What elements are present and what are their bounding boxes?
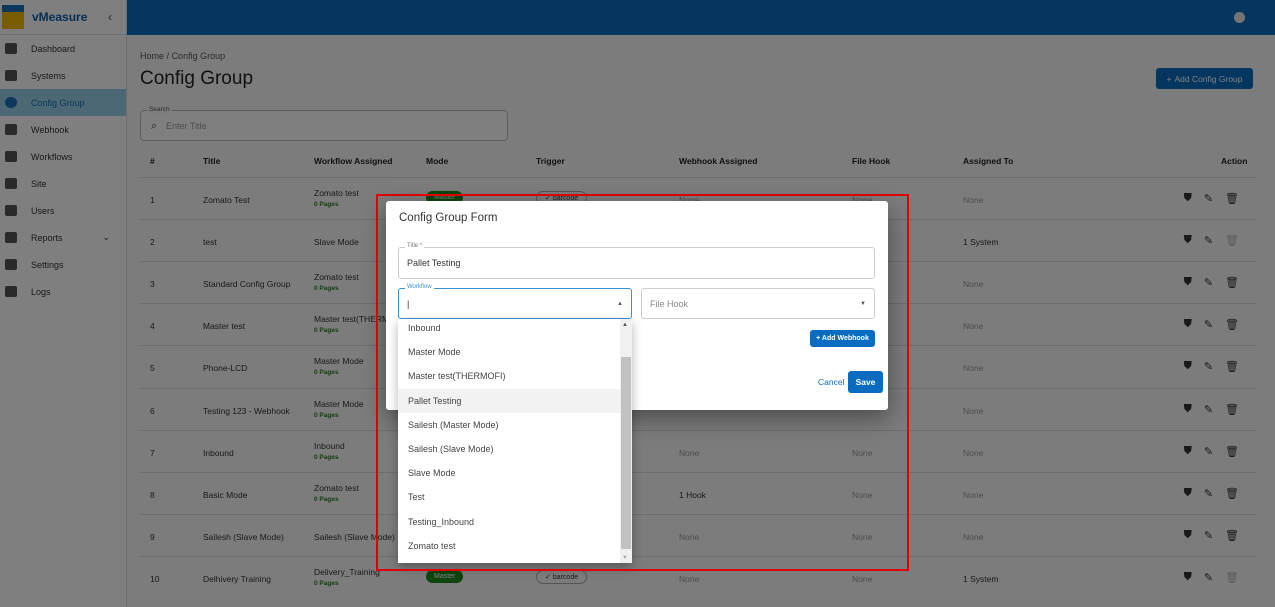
highlight-box: [376, 194, 909, 571]
